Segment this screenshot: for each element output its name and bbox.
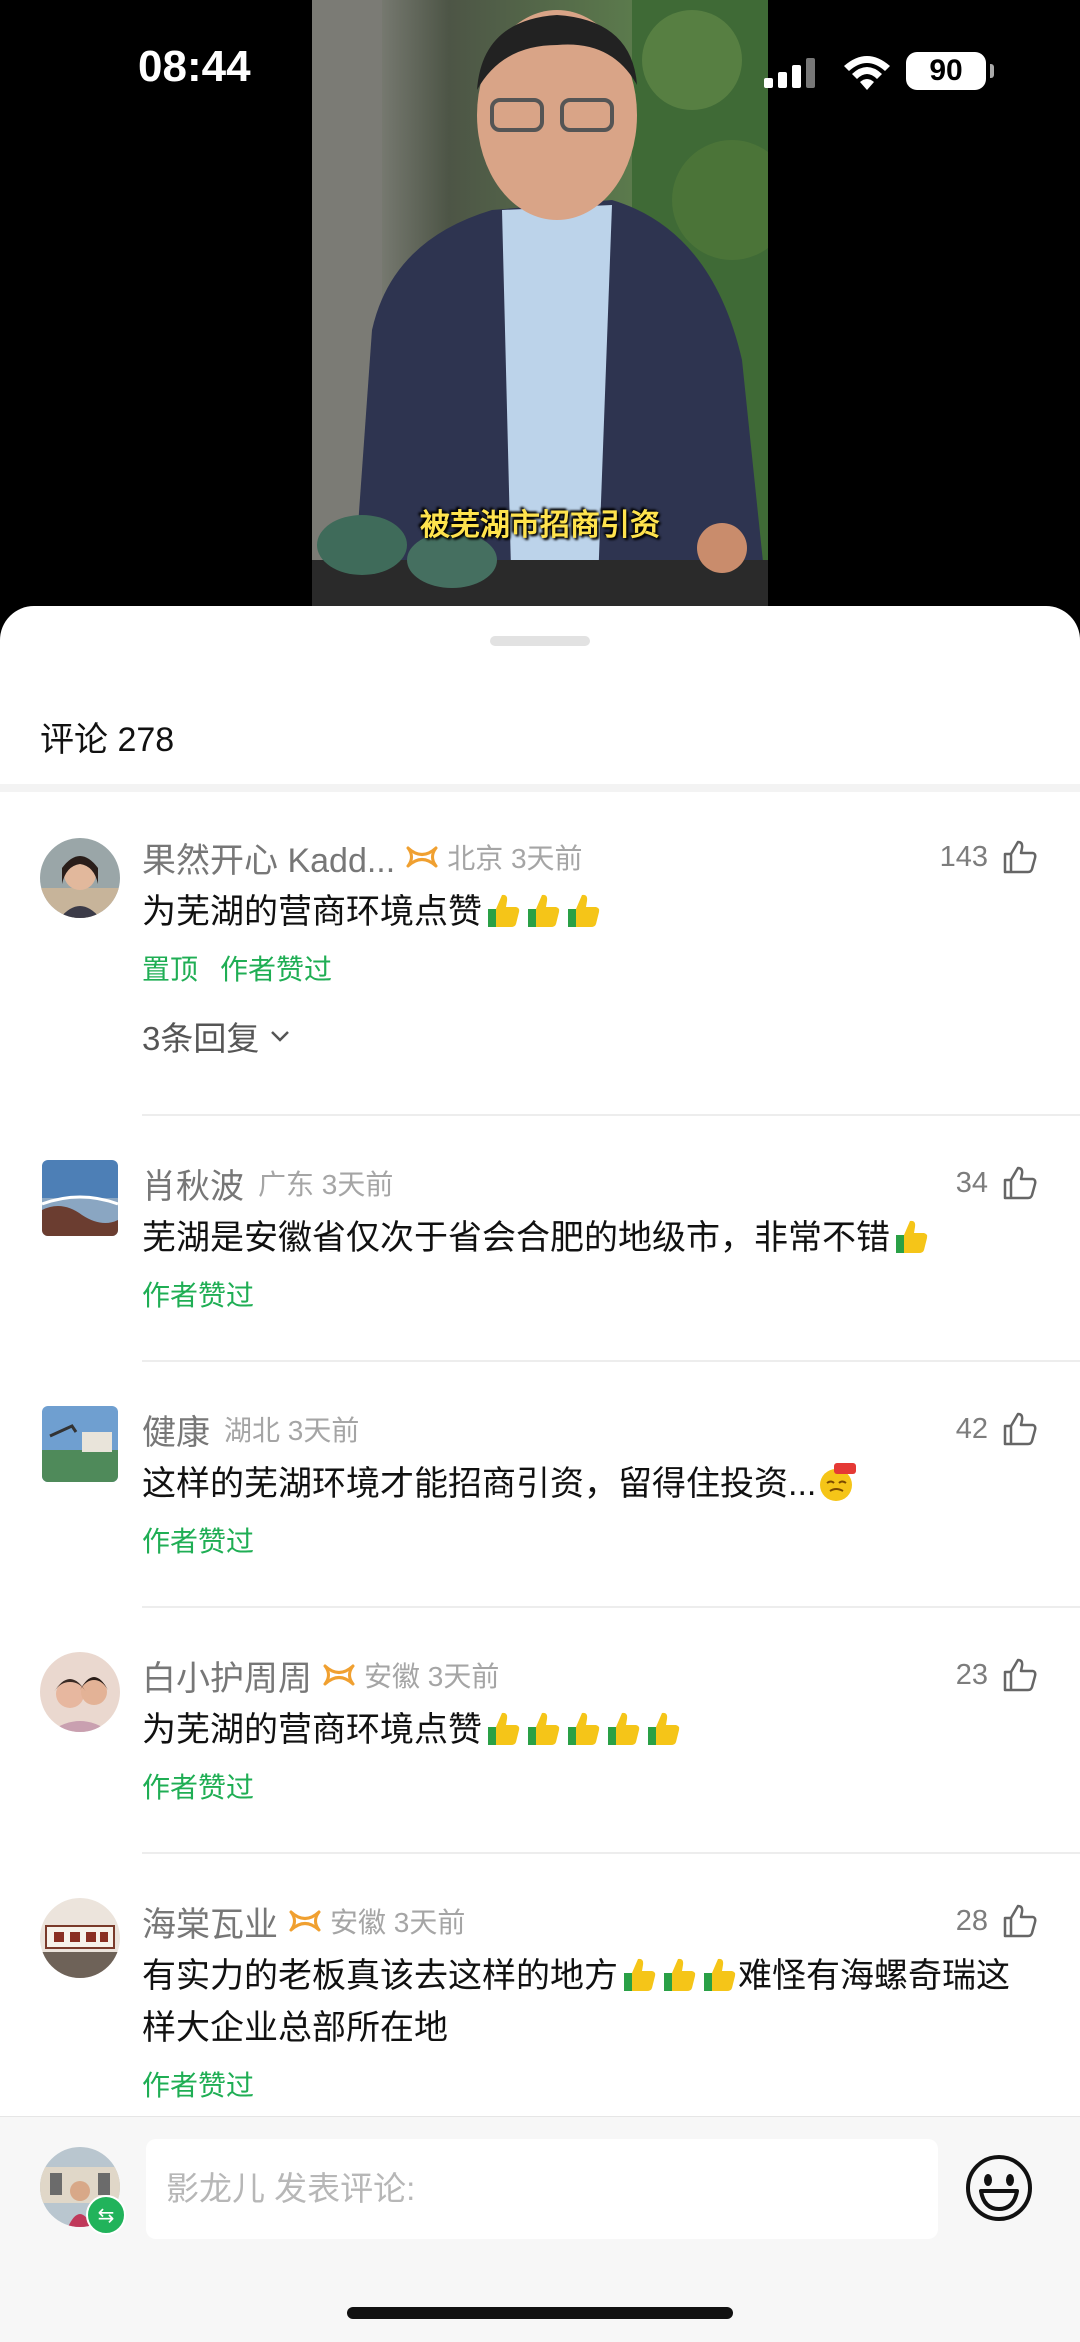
author-liked-tag: 作者赞过 bbox=[142, 1772, 255, 1803]
comment-meta: 白小护周周 安徽 3天前 bbox=[142, 1652, 499, 1698]
video-frame[interactable]: 被芜湖市招商引资 bbox=[312, 0, 768, 610]
like-count: 23 bbox=[955, 1659, 988, 1691]
thumbs-up-emoji-icon bbox=[528, 1712, 560, 1745]
user-name[interactable]: 肖秋波 bbox=[142, 1159, 244, 1208]
like-count: 28 bbox=[955, 1905, 988, 1937]
thumbs-up-emoji-icon bbox=[664, 1958, 696, 1991]
vip-badge-icon bbox=[323, 1664, 355, 1686]
comment-text-content: 芜湖是安徽省仅次于省会合肥的地级市，非常不错 bbox=[142, 1219, 890, 1257]
pinned-tag: 置顶 bbox=[142, 954, 199, 985]
replies-label: 3条回复 bbox=[142, 1020, 260, 1057]
avatar-image bbox=[40, 838, 120, 918]
comment-text: 有实力的老板真该去这样的地方 难怪有海螺奇瑞这样大企业总部所在地 bbox=[142, 1950, 1042, 2054]
thumbs-up-emoji-icon bbox=[568, 894, 600, 927]
sheet-drag-handle[interactable] bbox=[490, 636, 590, 646]
avatar-image bbox=[42, 1160, 118, 1236]
comment-text: 芜湖是安徽省仅次于省会合肥的地级市，非常不错 bbox=[142, 1212, 1042, 1264]
avatar-image bbox=[40, 1898, 120, 1978]
comment-text-content: 为芜湖的营商环境点赞 bbox=[142, 1711, 482, 1749]
666-face-emoji-icon bbox=[820, 1463, 857, 1501]
signal-icon bbox=[764, 58, 815, 88]
region-time: 广东 3天前 bbox=[258, 1169, 394, 1200]
battery-icon: 90 bbox=[906, 52, 994, 90]
title-divider bbox=[0, 784, 1080, 792]
thumbs-up-emoji-icon bbox=[896, 1220, 928, 1253]
comment-text-content: 这样的芜湖环境才能招商引资，留得住投资... bbox=[142, 1465, 817, 1503]
comment-meta: 海棠瓦业 安徽 3天前 bbox=[142, 1898, 465, 1944]
comment-divider bbox=[142, 1114, 1080, 1116]
comment-meta: 果然开心 Kadd... 北京 3天前 bbox=[142, 834, 583, 880]
comment-divider bbox=[142, 1606, 1080, 1608]
like-count: 42 bbox=[955, 1413, 988, 1445]
comment-meta: 肖秋波 广东 3天前 bbox=[142, 1160, 393, 1206]
comment-tags: 作者赞过 bbox=[142, 1274, 254, 1314]
region-time: 安徽 3天前 bbox=[364, 1661, 500, 1692]
comment-tags: 置顶 作者赞过 bbox=[142, 948, 332, 988]
comment-text-part1: 有实力的老板真该去这样的地方 bbox=[142, 1957, 618, 1995]
avatar-image bbox=[42, 1406, 118, 1482]
thumbs-up-icon[interactable] bbox=[1002, 840, 1038, 874]
home-indicator[interactable] bbox=[347, 2307, 733, 2319]
switch-account-icon[interactable]: ⇆ bbox=[86, 2195, 126, 2235]
user-name[interactable]: 白小护周周 bbox=[142, 1651, 312, 1700]
author-liked-tag: 作者赞过 bbox=[220, 954, 333, 985]
user-name[interactable]: 果然开心 Kadd... bbox=[142, 833, 395, 882]
comment-input[interactable]: 影龙儿 发表评论: bbox=[146, 2139, 938, 2239]
thumbs-up-icon[interactable] bbox=[1002, 1166, 1038, 1200]
author-liked-tag: 作者赞过 bbox=[142, 1280, 255, 1311]
comment-text: 为芜湖的营商环境点赞 bbox=[142, 1704, 1042, 1756]
thumbs-up-emoji-icon bbox=[488, 894, 520, 927]
comment-meta: 健康 湖北 3天前 bbox=[142, 1406, 359, 1452]
user-name[interactable]: 健康 bbox=[142, 1405, 210, 1454]
region-time: 湖北 3天前 bbox=[224, 1415, 360, 1446]
thumbs-up-emoji-icon bbox=[608, 1712, 640, 1745]
comment-tags: 作者赞过 bbox=[142, 2064, 254, 2104]
thumbs-up-emoji-icon bbox=[528, 894, 560, 927]
vip-badge-icon bbox=[289, 1910, 321, 1932]
thumbs-up-emoji-icon bbox=[648, 1712, 680, 1745]
like-count: 34 bbox=[955, 1167, 988, 1199]
thumbs-up-emoji-icon bbox=[704, 1958, 736, 1991]
vip-badge-icon bbox=[406, 846, 438, 868]
thumbs-up-icon[interactable] bbox=[1002, 1658, 1038, 1692]
like-count: 143 bbox=[939, 841, 988, 873]
comment-tags: 作者赞过 bbox=[142, 1520, 254, 1560]
comment-text: 这样的芜湖环境才能招商引资，留得住投资... bbox=[142, 1458, 1042, 1510]
author-liked-tag: 作者赞过 bbox=[142, 2070, 255, 2101]
user-name[interactable]: 海棠瓦业 bbox=[142, 1897, 278, 1946]
status-time: 08:44 bbox=[138, 42, 251, 91]
comment-sheet: 评论 278 果然开心 Kadd... 北京 3天前 143 为芜湖的营商环境点… bbox=[0, 606, 1080, 2341]
comment-text: 为芜湖的营商环境点赞 bbox=[142, 886, 1042, 938]
view-replies-button[interactable]: 3条回复 bbox=[142, 1012, 291, 1060]
thumbs-up-icon[interactable] bbox=[1002, 1412, 1038, 1446]
emoji-picker-icon[interactable] bbox=[964, 2153, 1034, 2223]
avatar-image bbox=[40, 1652, 120, 1732]
avatar[interactable] bbox=[40, 838, 120, 918]
video-subtitle: 被芜湖市招商引资 bbox=[420, 508, 660, 543]
comment-divider bbox=[142, 1852, 1080, 1854]
status-icons: 90 bbox=[764, 50, 1004, 96]
avatar[interactable] bbox=[40, 1652, 120, 1732]
comment-count-title: 评论 278 bbox=[40, 721, 175, 759]
chevron-down-icon bbox=[271, 1031, 290, 1042]
comment-tags: 作者赞过 bbox=[142, 1766, 254, 1806]
avatar[interactable] bbox=[40, 1898, 120, 1978]
thumbs-up-emoji-icon bbox=[568, 1712, 600, 1745]
avatar[interactable] bbox=[42, 1160, 118, 1236]
region-time: 安徽 3天前 bbox=[330, 1907, 466, 1938]
thumbs-up-emoji-icon bbox=[624, 1958, 656, 1991]
wifi-icon bbox=[844, 56, 890, 90]
thumbs-up-icon[interactable] bbox=[1002, 1904, 1038, 1938]
region-time: 北京 3天前 bbox=[447, 843, 583, 874]
author-liked-tag: 作者赞过 bbox=[142, 1526, 255, 1557]
comment-divider bbox=[142, 1360, 1080, 1362]
thumbs-up-emoji-icon bbox=[488, 1712, 520, 1745]
avatar[interactable] bbox=[42, 1406, 118, 1482]
comment-text-content: 为芜湖的营商环境点赞 bbox=[142, 893, 482, 931]
